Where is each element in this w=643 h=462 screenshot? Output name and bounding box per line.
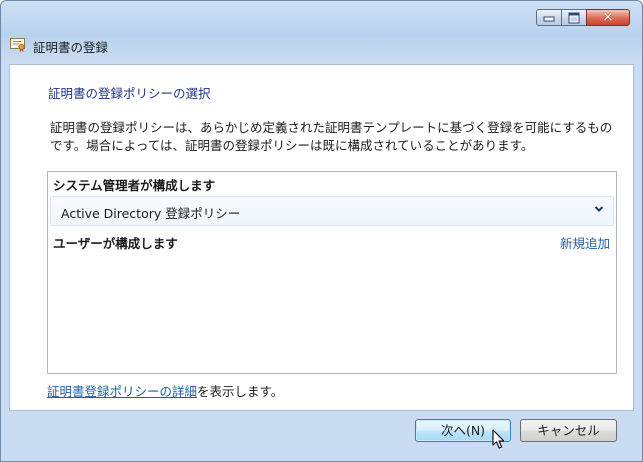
wizard-content: 証明書の登録ポリシーの選択 証明書の登録ポリシーは、あらかじめ定義された証明書テ… xyxy=(9,64,634,411)
policy-item-active-directory[interactable]: Active Directory 登録ポリシー xyxy=(50,196,614,226)
window-controls: ✕ xyxy=(536,9,630,26)
group-header-user: ユーザーが構成します xyxy=(53,236,178,251)
page-title: 証明書の登録ポリシーの選択 xyxy=(48,86,211,101)
maximize-button[interactable] xyxy=(561,9,587,26)
close-icon: ✕ xyxy=(602,10,614,25)
policy-details-link[interactable]: 証明書登録ポリシーの詳細 xyxy=(47,384,197,399)
certificate-icon xyxy=(10,38,25,52)
policy-item-label: Active Directory 登録ポリシー xyxy=(61,206,241,221)
group-header-admin: システム管理者が構成します xyxy=(53,178,216,193)
certificate-enrollment-window: ✕ 証明書の登録 証明書の登録ポリシーの選択 証明書の登録ポリシーは、あらかじめ… xyxy=(0,0,643,462)
page-description: 証明書の登録ポリシーは、あらかじめ定義された証明書テンプレートに基づく登録を可能… xyxy=(50,120,613,153)
minimize-icon xyxy=(543,16,555,22)
cancel-button[interactable]: キャンセル xyxy=(520,419,617,442)
mouse-cursor-icon xyxy=(492,429,505,449)
details-suffix: を表示します。 xyxy=(197,384,284,399)
close-button[interactable]: ✕ xyxy=(586,9,630,26)
maximize-icon xyxy=(568,12,580,23)
details-line: 証明書登録ポリシーの詳細を表示します。 xyxy=(47,381,283,400)
minimize-button[interactable] xyxy=(536,9,562,26)
window-title: 証明書の登録 xyxy=(33,40,109,55)
add-new-link[interactable]: 新規追加 xyxy=(560,233,610,252)
enrollment-policy-list[interactable]: システム管理者が構成します Active Directory 登録ポリシー ユー… xyxy=(47,171,617,374)
chevron-down-icon[interactable] xyxy=(593,203,605,215)
title-bar: ✕ 証明書の登録 xyxy=(1,1,642,65)
button-bar: 次へ(N) キャンセル xyxy=(1,409,642,461)
